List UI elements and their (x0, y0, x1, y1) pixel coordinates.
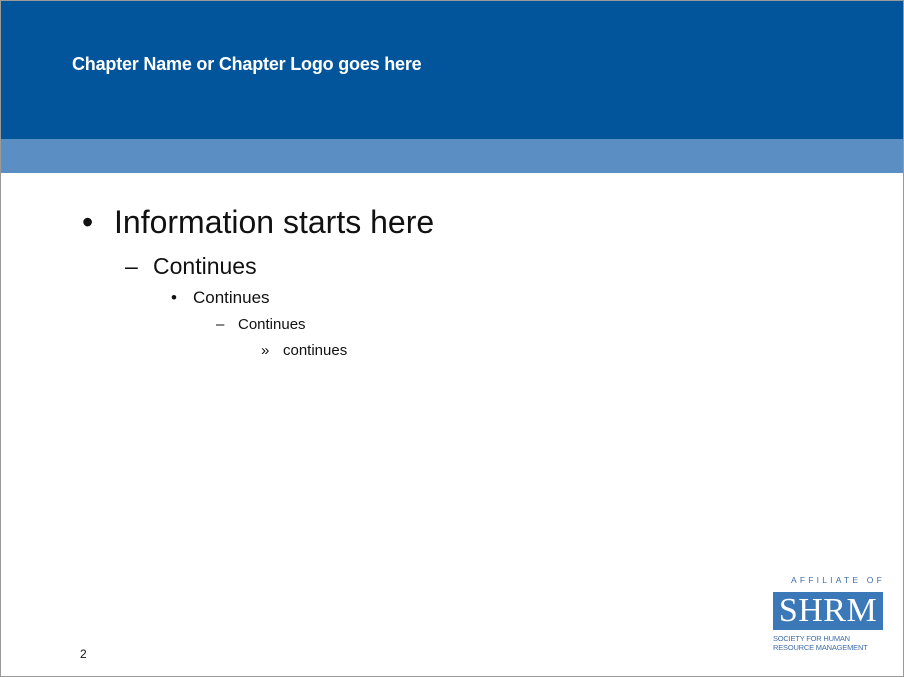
bullet-level-3: • Continues (171, 288, 270, 308)
header-stripe (1, 139, 903, 173)
bullet-text: continues (283, 342, 348, 359)
bullet-text: Continues (193, 288, 270, 307)
bullet-level-4: – Continues (216, 316, 306, 333)
bullet-marker: – (125, 253, 138, 279)
logo-wordmark: SHRM (778, 592, 878, 629)
logo-subtitle-line-1: Society for Human (773, 634, 850, 643)
bullet-text: Continues (153, 253, 257, 279)
slide: Chapter Name or Chapter Logo goes here •… (0, 0, 904, 677)
bullet-text: Continues (238, 316, 306, 333)
shrm-logo: AFFILIATE OF SHRM Society for Human Reso… (773, 574, 885, 662)
logo-wordmark-box: SHRM (773, 592, 883, 630)
bullet-marker: • (82, 204, 94, 240)
chapter-title: Chapter Name or Chapter Logo goes here (72, 54, 422, 74)
page-number: 2 (80, 647, 87, 661)
logo-affiliate-text: AFFILIATE OF (791, 575, 885, 585)
bullet-level-1: • Information starts here (82, 204, 434, 241)
bullet-marker: • (171, 288, 177, 307)
bullet-text: Information starts here (114, 204, 435, 240)
bullet-level-5: » continues (261, 342, 347, 359)
bullet-marker: » (261, 342, 270, 359)
logo-subtitle-line-2: Resource Management (773, 643, 868, 652)
logo-subtitle: Society for Human Resource Management (773, 634, 885, 652)
bullet-level-2: – Continues (125, 253, 257, 280)
bullet-marker: – (216, 316, 225, 333)
